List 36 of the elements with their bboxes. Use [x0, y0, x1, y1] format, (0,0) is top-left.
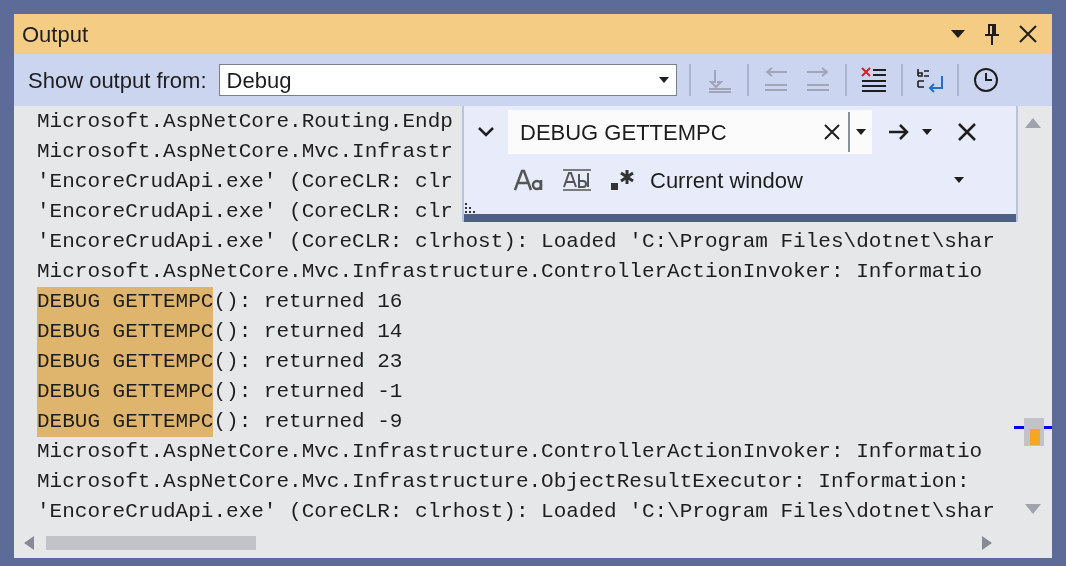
output-line: (): returned -9: [213, 409, 403, 435]
output-line: Microsoft.AspNetCore.Routing.Endp: [37, 109, 453, 135]
window-title: Output: [22, 20, 89, 49]
output-line: Microsoft.AspNetCore.Mvc.Infrastructure.ObjectResultExecutor: Information:: [37, 469, 970, 495]
output-source-dropdown[interactable]: Debug: [218, 64, 677, 96]
clear-icon[interactable]: [824, 124, 840, 140]
search-match: DEBUG GETTEMPC: [37, 347, 214, 377]
output-line: (): returned 16: [213, 289, 403, 315]
search-match: DEBUG GETTEMPC: [37, 287, 214, 317]
resize-grip-icon[interactable]: [464, 202, 478, 214]
close-icon[interactable]: [1018, 24, 1038, 44]
scroll-left-icon[interactable]: [24, 536, 34, 550]
history-caret-icon: [856, 129, 866, 135]
output-line: 'EncoreCrudApi.exe' (CoreCLR: clr: [37, 199, 453, 225]
output-line: (): returned -1: [213, 379, 403, 405]
show-output-label: Show output from:: [28, 66, 207, 95]
output-line: Microsoft.AspNetCore.Mvc.Infrastructure.ControllerActionInvoker: Informatio: [37, 439, 983, 465]
dropdown-caret-icon: [954, 177, 964, 183]
dropdown-caret-icon: [658, 77, 669, 83]
output-line: (): returned 23: [213, 349, 403, 375]
output-line: (): returned 14: [213, 319, 403, 345]
close-icon[interactable]: [956, 121, 978, 143]
output-line: Microsoft.AspNetCore.Mvc.Infrastr: [37, 139, 453, 165]
output-line: 'EncoreCrudApi.exe' (CoreCLR: clrhost): Loaded 'C:\Program Files\dotnet\shar: [37, 499, 995, 525]
scrollbar-thumb[interactable]: [46, 536, 256, 550]
search-match: DEBUG GETTEMPC: [37, 377, 214, 407]
output-line: Microsoft.AspNetCore.Mvc.Infrastructure.ControllerActionInvoker: Informatio: [37, 259, 983, 285]
output-line: 'EncoreCrudApi.exe' (CoreCLR: clr: [37, 169, 453, 195]
search-match: DEBUG GETTEMPC: [37, 407, 214, 437]
output-line: 'EncoreCrudApi.exe' (CoreCLR: clrhost): Loaded 'C:\Program Files\dotnet\shar: [37, 229, 995, 255]
scope-dropdown[interactable]: Current window: [650, 162, 972, 198]
scroll-right-icon[interactable]: [982, 536, 992, 550]
search-match: DEBUG GETTEMPC: [37, 317, 214, 347]
pin-icon[interactable]: [984, 22, 1000, 46]
dropdown-caret-icon: [922, 129, 932, 135]
find-input[interactable]: DEBUG GETTEMPC: [508, 110, 872, 154]
